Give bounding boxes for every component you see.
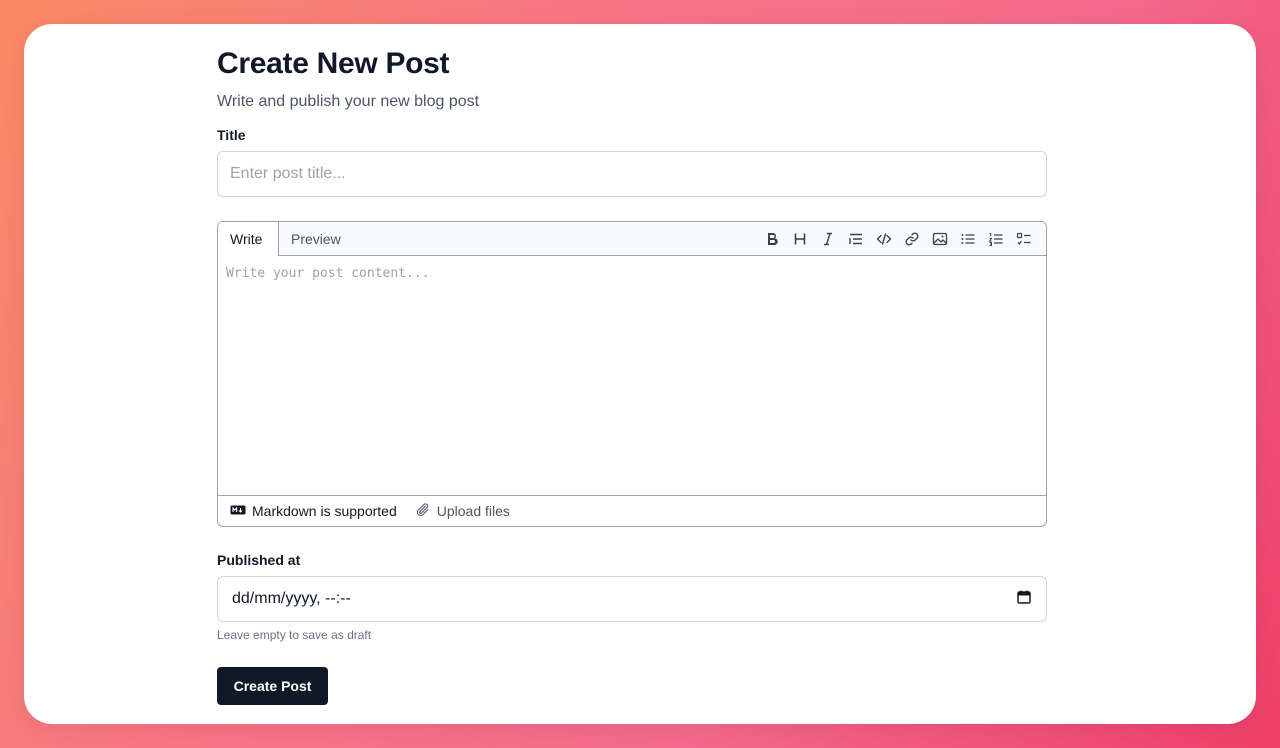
published-at-value: dd/mm/yyyy, --:-- [232, 590, 351, 607]
tab-preview[interactable]: Preview [279, 222, 353, 256]
markdown-editor: Write Preview Write your post content...… [217, 221, 1047, 527]
upload-files-button[interactable]: Upload files [415, 502, 510, 521]
page-subtitle: Write and publish your new blog post [217, 93, 480, 110]
form-card: Create New Post Write and publish your n… [24, 24, 1256, 724]
bullet-list-icon[interactable] [954, 225, 982, 253]
upload-label: Upload files [436, 503, 510, 519]
title-label: Title [217, 127, 246, 143]
link-icon[interactable] [898, 225, 926, 253]
editor-toolbar [758, 222, 1038, 256]
title-input[interactable] [217, 151, 1047, 197]
quote-icon[interactable] [842, 225, 870, 253]
code-icon[interactable] [870, 225, 898, 253]
calendar-icon[interactable] [1016, 589, 1032, 610]
paperclip-icon [415, 502, 431, 521]
published-at-hint: Leave empty to save as draft [217, 628, 372, 642]
tab-write[interactable]: Write [218, 222, 279, 257]
italic-icon[interactable] [814, 225, 842, 253]
editor-header: Write Preview [218, 222, 1046, 257]
published-at-input[interactable]: dd/mm/yyyy, --:-- [217, 576, 1047, 622]
create-post-button[interactable]: Create Post [217, 667, 328, 705]
form-content: Create New Post Write and publish your n… [217, 44, 1047, 705]
published-at-label: Published at [217, 552, 301, 568]
heading-icon[interactable] [786, 225, 814, 253]
markdown-icon [230, 502, 246, 521]
task-list-icon[interactable] [1010, 225, 1038, 253]
image-icon[interactable] [926, 225, 954, 253]
numbered-list-icon[interactable] [982, 225, 1010, 253]
bold-icon[interactable] [758, 225, 786, 253]
markdown-support-link[interactable]: Markdown is supported [230, 502, 397, 521]
markdown-label: Markdown is supported [252, 503, 397, 519]
content-textarea[interactable] [218, 256, 1046, 496]
editor-footer: Markdown is supported Upload files [218, 495, 1046, 526]
page-title: Create New Post [217, 47, 450, 80]
